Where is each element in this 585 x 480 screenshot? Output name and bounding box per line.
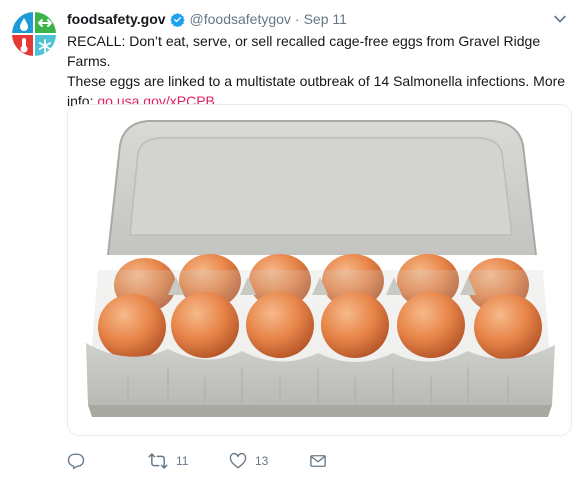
reply-button[interactable] xyxy=(67,450,85,472)
tweet-media-photo[interactable] xyxy=(67,104,572,436)
egg-carton-photo xyxy=(68,105,571,435)
retweet-count: 11 xyxy=(176,454,189,468)
direct-message-button[interactable] xyxy=(309,450,327,472)
like-count: 13 xyxy=(255,454,269,468)
tweet-text: RECALL: Don’t eat, serve, or sell recall… xyxy=(67,31,572,111)
tweet-actions: 11 13 xyxy=(67,450,572,472)
heart-icon xyxy=(229,452,247,469)
timestamp[interactable]: Sep 11 xyxy=(304,11,347,27)
like-button[interactable]: 13 xyxy=(229,450,268,472)
retweet-button[interactable]: 11 xyxy=(148,450,188,472)
chevron-down-icon[interactable] xyxy=(553,12,567,26)
tweet-text-line-1: RECALL: Don’t eat, serve, or sell recall… xyxy=(67,33,541,69)
reply-icon xyxy=(67,453,85,470)
foodsafety-logo-icon xyxy=(11,11,57,57)
envelope-icon xyxy=(310,455,326,467)
header-separator: · xyxy=(294,11,300,27)
retweet-icon xyxy=(148,453,168,469)
tweet-header: foodsafety.gov @foodsafetygov · Sep 11 xyxy=(67,9,565,29)
user-handle[interactable]: @foodsafetygov xyxy=(190,11,291,27)
tweet-card[interactable]: foodsafety.gov @foodsafetygov · Sep 11 R… xyxy=(0,0,585,480)
verified-badge-icon xyxy=(169,12,185,27)
tweet-text-line-2: These eggs are linked to a multistate ou… xyxy=(67,73,566,89)
display-name[interactable]: foodsafety.gov xyxy=(67,11,166,27)
avatar[interactable] xyxy=(11,11,57,57)
